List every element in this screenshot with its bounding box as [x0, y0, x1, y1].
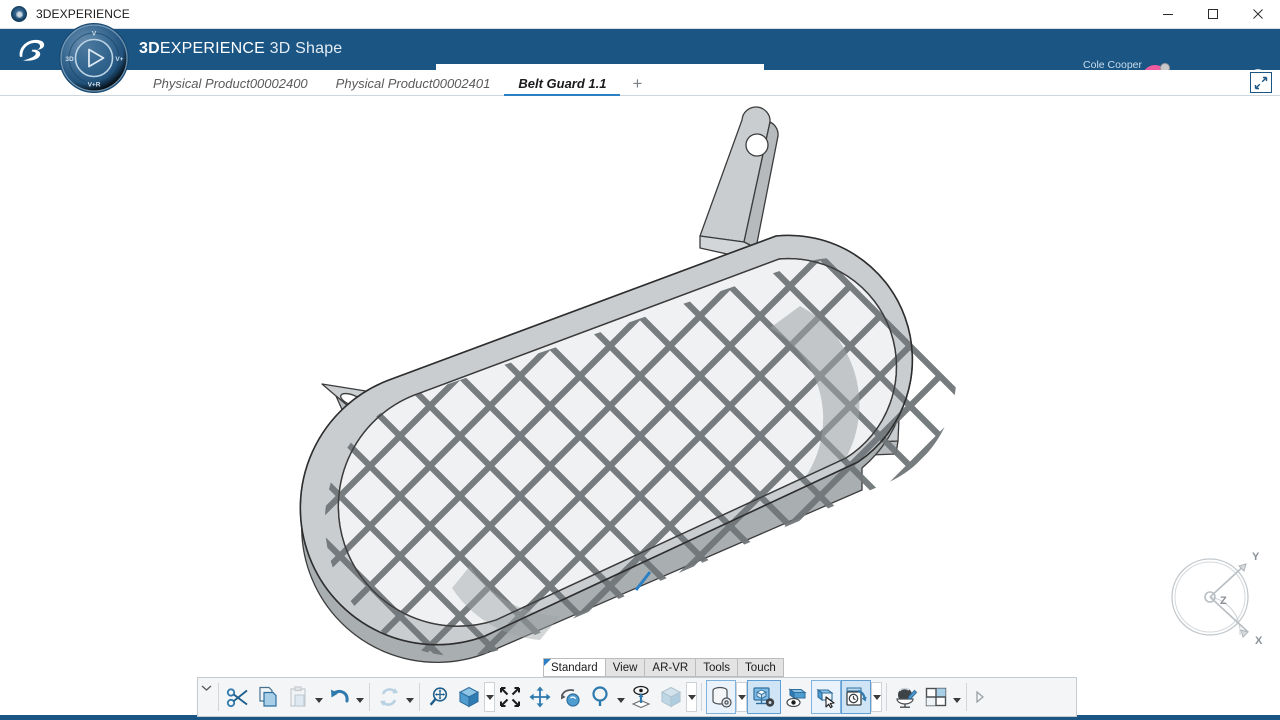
display-settings-icon[interactable]: [747, 680, 781, 714]
view-layout-grid-icon[interactable]: [921, 680, 951, 714]
svg-text:V+: V+: [115, 56, 123, 63]
layout-dropdown-caret[interactable]: [951, 680, 962, 714]
window-title-bar: 3DEXPERIENCE: [0, 0, 1280, 29]
pan-icon[interactable]: [525, 680, 555, 714]
visibility-eye-icon[interactable]: [781, 680, 811, 714]
zoom-area-icon[interactable]: [424, 680, 454, 714]
action-toolbar: [197, 677, 1077, 717]
toolbar-separator: [369, 683, 370, 711]
paste-icon[interactable]: [283, 680, 313, 714]
brand-header-bar: 3DEXPERIENCE 3D Shape Cole Cooper Common…: [0, 29, 1280, 70]
hide-show-dropdown-caret[interactable]: [686, 682, 697, 712]
view-dropdown-caret[interactable]: [484, 682, 495, 712]
tab-ar-vr[interactable]: AR-VR: [644, 658, 695, 677]
svg-text:V+R: V+R: [88, 82, 101, 89]
close-button[interactable]: [1235, 0, 1280, 29]
tab-physical-product-00002400[interactable]: Physical Product00002400: [139, 71, 322, 96]
window-controls: [1145, 0, 1280, 29]
tab-physical-product-00002401[interactable]: Physical Product00002401: [322, 71, 505, 96]
window-title-group: 3DEXPERIENCE: [0, 6, 130, 22]
redo-dropdown-caret[interactable]: [404, 680, 415, 714]
app-title-sub: 3D Shape: [265, 40, 342, 57]
hide-show-cube-icon[interactable]: [656, 680, 686, 714]
3d-viewport[interactable]: Y X Z: [0, 96, 1280, 714]
render-paint-icon[interactable]: [891, 680, 921, 714]
3dexperience-compass-icon[interactable]: V 3D V+ V+R: [58, 22, 130, 94]
toolbar-separator: [966, 683, 967, 711]
rotate-icon[interactable]: [555, 680, 585, 714]
tab-touch[interactable]: Touch: [737, 658, 784, 677]
tab-view[interactable]: View: [605, 658, 645, 677]
application-window: 3DEXPERIENCE 3DEXPERIENCE 3D Shape: [0, 0, 1280, 720]
dassault-3ds-logo: [14, 36, 56, 64]
axis-label-x: X: [1255, 635, 1263, 647]
tab-list: Physical Product00002400 Physical Produc…: [139, 70, 654, 96]
tessellation-dropdown-caret[interactable]: [736, 682, 747, 712]
axis-compass-icon[interactable]: Y X Z: [1162, 542, 1272, 652]
tessellation-settings-icon[interactable]: [706, 680, 736, 714]
redo-refresh-icon[interactable]: [374, 680, 404, 714]
magnifier-icon[interactable]: [585, 680, 615, 714]
undo-icon[interactable]: [324, 680, 354, 714]
fit-all-icon[interactable]: [495, 680, 525, 714]
3dexperience-globe-icon: [11, 6, 27, 22]
axis-label-y: Y: [1252, 551, 1260, 563]
magnifier-dropdown-caret[interactable]: [615, 680, 626, 714]
select-cube-icon[interactable]: [811, 680, 841, 714]
toolbar-collapse-icon[interactable]: [198, 678, 214, 716]
toolbar-separator: [419, 683, 420, 711]
document-tab-bar: Physical Product00002400 Physical Produc…: [0, 70, 1280, 96]
app-title-bold: 3D: [139, 40, 160, 57]
axis-label-z: Z: [1220, 595, 1227, 607]
toolbar-overflow-icon[interactable]: [971, 691, 989, 703]
app-title-rest: EXPERIENCE: [160, 40, 265, 57]
look-at-icon[interactable]: [626, 680, 656, 714]
copy-icon[interactable]: [253, 680, 283, 714]
toolbar-separator: [218, 683, 219, 711]
page-title: 3DEXPERIENCE 3D Shape: [139, 40, 342, 58]
tab-tools[interactable]: Tools: [695, 658, 737, 677]
tab-standard[interactable]: Standard: [543, 658, 605, 677]
tab-belt-guard[interactable]: Belt Guard 1.1: [504, 71, 620, 96]
toolbar-separator: [701, 683, 702, 711]
add-tab-button[interactable]: +: [620, 71, 654, 96]
collapse-panel-icon[interactable]: [1250, 72, 1272, 93]
svg-text:V: V: [92, 31, 97, 38]
maximize-button[interactable]: [1190, 0, 1235, 29]
toolbar-separator: [886, 683, 887, 711]
iso-view-cube-icon[interactable]: [454, 680, 484, 714]
paste-dropdown-caret[interactable]: [313, 680, 324, 714]
window-title: 3DEXPERIENCE: [36, 7, 130, 21]
cut-icon[interactable]: [223, 680, 253, 714]
svg-text:3D: 3D: [65, 56, 74, 63]
toolbar-category-tabs: Standard View AR-VR Tools Touch: [543, 658, 784, 677]
reframe-history-icon[interactable]: [841, 680, 871, 714]
reframe-dropdown-caret[interactable]: [871, 682, 882, 712]
minimize-button[interactable]: [1145, 0, 1190, 29]
undo-dropdown-caret[interactable]: [354, 680, 365, 714]
belt-guard-model: [0, 96, 1280, 714]
